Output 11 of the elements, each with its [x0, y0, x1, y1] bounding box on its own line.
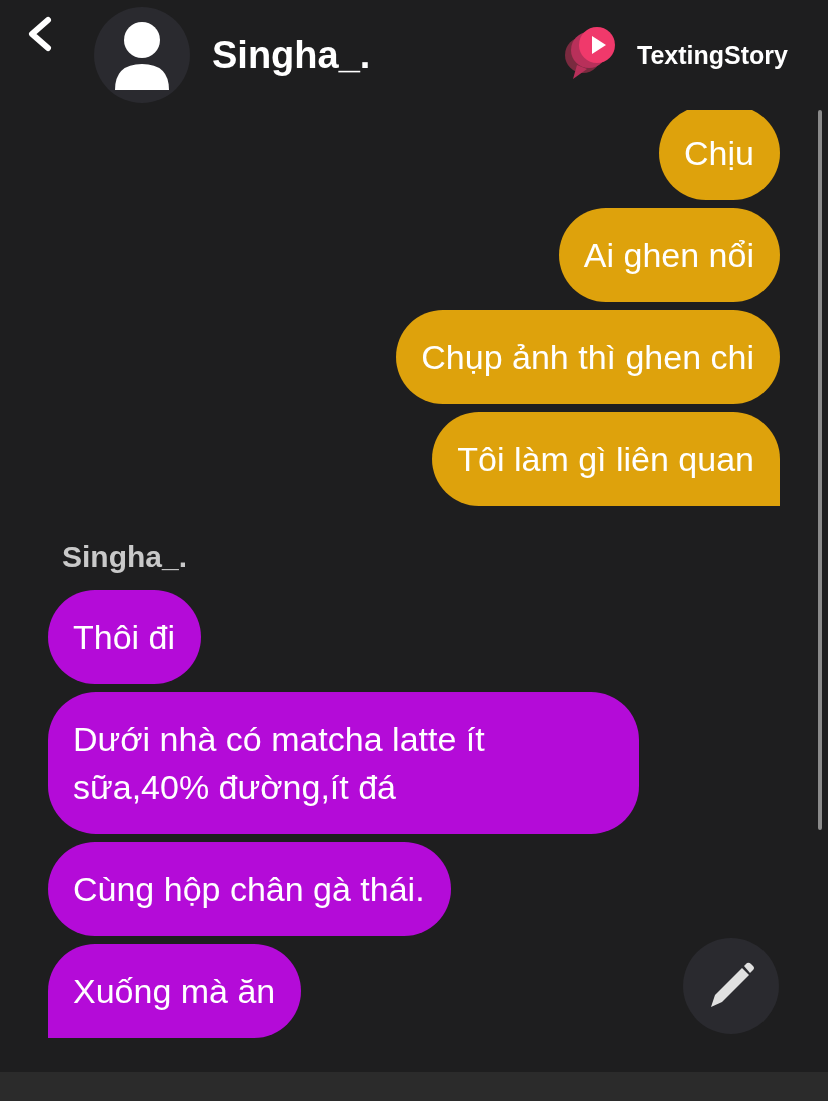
brand-name: TextingStory — [637, 40, 788, 70]
sent-message: Ai ghen nổi — [558, 208, 780, 302]
received-message: Cùng hộp chân gà thái. — [48, 842, 451, 936]
sent-message: Chịu — [659, 110, 780, 200]
received-message: Xuống mà ăn — [48, 944, 302, 1038]
sender-name: Singha_. — [62, 540, 188, 574]
received-message: Thôi đi — [48, 590, 202, 684]
received-message: Dưới nhà có matcha latte ít sữa,40% đường,ít đá — [48, 692, 639, 834]
sent-message: Chụp ảnh thì ghen chi — [396, 310, 780, 404]
contact-name: Singha_. — [212, 33, 372, 77]
sent-message: Tôi làm gì liên quan — [432, 412, 780, 506]
